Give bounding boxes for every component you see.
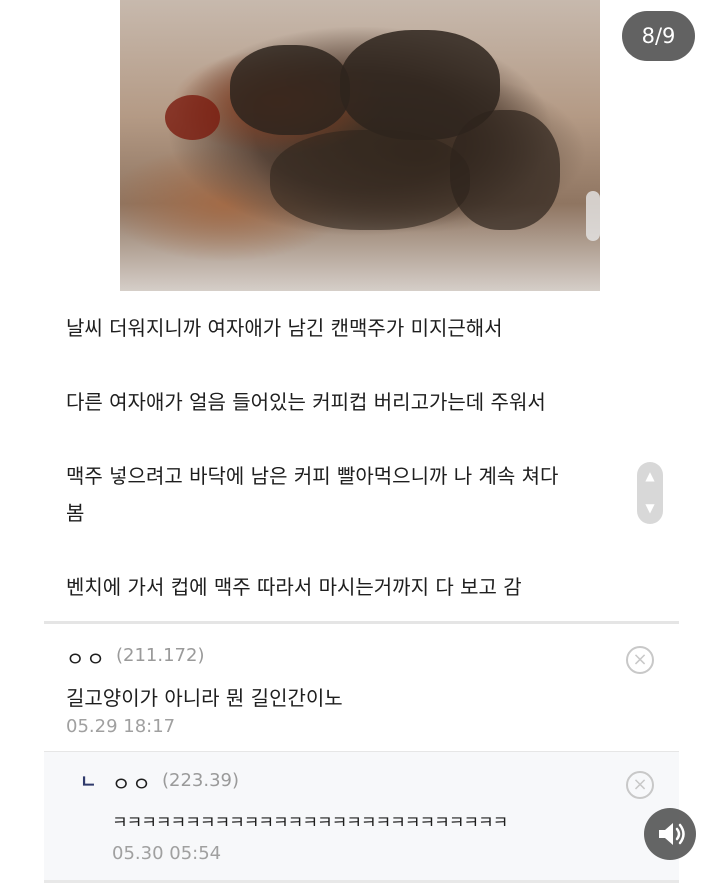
food-chunk <box>450 110 560 230</box>
comment-ip: (211.172) <box>116 645 205 666</box>
reply-arrow-icon: ㄴ <box>80 772 97 793</box>
comment-timestamp: 05.29 18:17 <box>66 716 176 737</box>
chevron-down-icon[interactable]: ▼ <box>644 502 656 514</box>
comment-author[interactable]: ㅇㅇ <box>66 643 107 672</box>
post-image[interactable] <box>120 0 600 291</box>
comment-ip: (223.39) <box>162 770 240 791</box>
food-chunk <box>230 45 350 135</box>
image-counter: 8/9 <box>622 11 695 61</box>
post-text-line: 봄 <box>66 501 85 525</box>
close-circle-icon[interactable]: × <box>626 771 654 799</box>
close-circle-icon[interactable]: × <box>626 646 654 674</box>
comment-text: 길고양이가 아니라 뭔 길인간이노 <box>66 686 343 710</box>
image-scroll-handle[interactable] <box>586 191 600 241</box>
speaker-icon <box>659 823 685 845</box>
comment-text: ㅋㅋㅋㅋㅋㅋㅋㅋㅋㅋㅋㅋㅋㅋㅋㅋㅋㅋㅋㅋㅋㅋㅋㅋㅋㅋㅋ <box>112 813 508 833</box>
comment-author[interactable]: ㅇㅇ <box>112 768 153 797</box>
reply-comment-item: ㄴ ㅇㅇ (223.39) ㅋㅋㅋㅋㅋㅋㅋㅋㅋㅋㅋㅋㅋㅋㅋㅋㅋㅋㅋㅋㅋㅋㅋㅋㅋㅋ… <box>44 752 679 883</box>
post-text-line: 벤치에 가서 컵에 맥주 따라서 마시는거까지 다 보고 감 <box>66 575 522 599</box>
post-text-line: 맥주 넣으려고 바닥에 남은 커피 빨아먹으니까 나 계속 쳐다 <box>66 464 559 488</box>
page-scroll-control[interactable]: ▲ ▼ <box>637 462 663 524</box>
comment-item: ㅇㅇ (211.172) 길고양이가 아니라 뭔 길인간이노 05.29 18:… <box>44 627 679 752</box>
sauce-spot <box>165 95 220 140</box>
comment-timestamp: 05.30 05:54 <box>112 843 222 864</box>
sound-button[interactable] <box>644 808 696 860</box>
food-chunk <box>270 130 470 230</box>
chevron-up-icon[interactable]: ▲ <box>644 470 656 482</box>
comments-divider <box>44 621 679 624</box>
post-text-line: 다른 여자애가 얼음 들어있는 커피컵 버리고가는데 주워서 <box>66 390 546 414</box>
post-text-line: 날씨 더워지니까 여자애가 남긴 캔맥주가 미지근해서 <box>66 316 503 340</box>
